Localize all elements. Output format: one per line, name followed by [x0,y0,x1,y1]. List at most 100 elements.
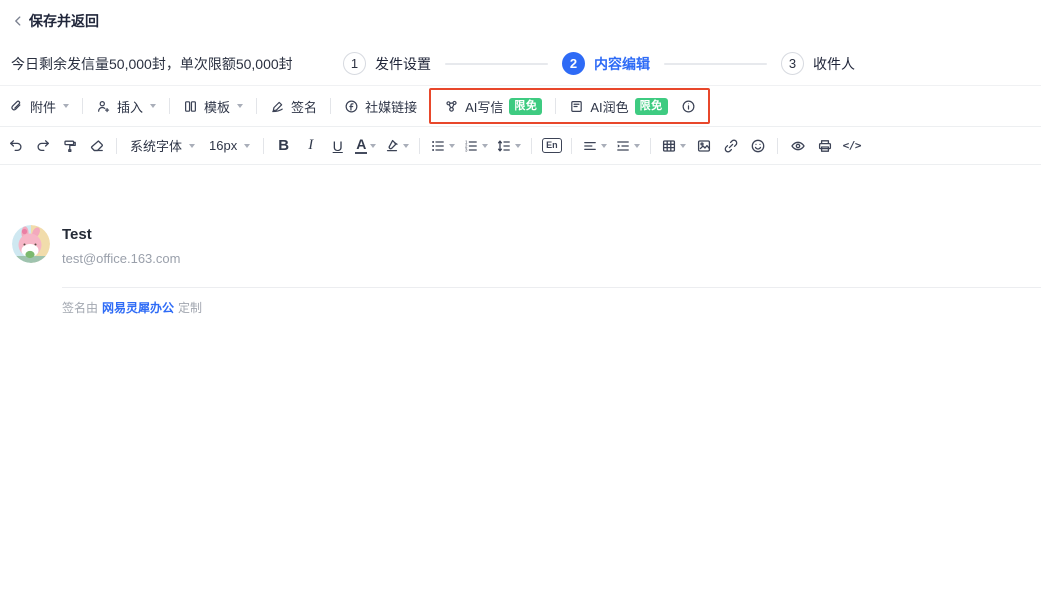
step-number: 1 [343,52,366,75]
chevron-down-icon [189,144,195,148]
redo-icon [35,138,51,154]
table-button[interactable] [657,133,690,159]
step-send-settings[interactable]: 1 发件设置 [343,52,431,75]
font-color-glyph: A [355,137,367,154]
step-recipients[interactable]: 3 收件人 [781,52,855,75]
ai-write-button[interactable]: AI写信 限免 [437,92,549,120]
svg-text:3: 3 [465,147,468,152]
compose-toolbar: 附件 插入 模板 签名 社媒链接 AI写 [0,86,1041,127]
template-button[interactable]: 模板 [176,92,250,120]
format-painter-button[interactable] [56,133,83,159]
step-label: 发件设置 [375,54,431,74]
social-links-button[interactable]: 社媒链接 [337,92,424,120]
print-button[interactable] [811,133,838,159]
paperclip-icon [9,99,24,114]
lingxi-office-link[interactable]: 网易灵犀办公 [102,299,174,316]
step-content-edit[interactable]: 2 内容编辑 [562,52,650,75]
format-painter-icon [62,138,78,154]
eye-icon [790,138,806,154]
font-family-value: 系统字体 [130,136,182,155]
step-label: 内容编辑 [594,54,650,74]
insert-button[interactable]: 插入 [89,92,163,120]
divider [650,138,651,154]
code-view-button[interactable]: </> [838,133,865,159]
page-header: 保存并返回 [0,0,1049,42]
social-label: 社媒链接 [365,97,417,116]
sender-name: Test [62,226,180,243]
chevron-down-icon [63,104,69,108]
divider [419,138,420,154]
undo-icon [8,138,24,154]
underline-glyph: U [333,138,343,154]
font-family-select[interactable]: 系统字体 [123,132,202,160]
bold-glyph: B [278,137,289,154]
ordered-list-button[interactable]: 123 [459,133,492,159]
table-icon [661,138,677,154]
divider [169,98,170,114]
step-connector [445,63,548,65]
divider [555,98,556,114]
image-button[interactable] [690,133,717,159]
divider [777,138,778,154]
chevron-down-icon [634,144,640,148]
divider [116,138,117,154]
align-left-icon [582,138,598,154]
case-toggle-glyph: En [542,138,562,153]
chevron-down-icon [515,144,521,148]
chevron-down-icon [449,144,455,148]
editor-body[interactable]: Test test@office.163.com 签名由 网易灵犀办公 定制 [0,225,1041,316]
line-height-button[interactable] [492,133,525,159]
ai-polish-button[interactable]: AI润色 限免 [562,92,674,120]
divider [256,98,257,114]
send-quota-text: 今日剩余发信量50,000封，单次限额50,000封 [11,54,293,74]
format-toolbar: 系统字体 16px B I U A 123 En [0,127,1041,165]
ai-info-button[interactable] [675,93,702,119]
chevron-down-icon [601,144,607,148]
save-and-return-button[interactable]: 保存并返回 [11,11,99,31]
insert-label: 插入 [117,97,143,116]
document-icon [569,99,584,114]
bullet-list-button[interactable] [426,133,459,159]
chevron-down-icon [482,144,488,148]
attachment-button[interactable]: 附件 [2,92,76,120]
clear-format-button[interactable] [83,133,110,159]
signature-button[interactable]: 签名 [263,92,324,120]
indent-button[interactable] [611,133,644,159]
avatar [12,225,50,263]
font-color-button[interactable]: A [351,133,380,159]
chevron-down-icon [244,144,250,148]
compose-stepper: 1 发件设置 2 内容编辑 3 收件人 [343,42,855,85]
case-toggle-button[interactable]: En [538,133,565,159]
back-label: 保存并返回 [29,11,99,31]
redo-button[interactable] [29,133,56,159]
free-badge: 限免 [509,98,542,115]
attachment-label: 附件 [30,97,56,116]
signature-suffix: 定制 [178,299,202,316]
preview-button[interactable] [784,133,811,159]
step-label: 收件人 [813,54,855,74]
align-button[interactable] [578,133,611,159]
font-size-select[interactable]: 16px [202,132,257,160]
code-glyph: </> [843,139,861,152]
chevron-left-icon [11,14,25,28]
undo-button[interactable] [2,133,29,159]
signature-block: Test test@office.163.com [12,225,1041,266]
italic-button[interactable]: I [297,133,324,159]
ordered-list-icon: 123 [463,138,479,154]
divider [571,138,572,154]
link-button[interactable] [717,133,744,159]
signature-label: 签名 [291,97,317,116]
underline-button[interactable]: U [324,133,351,159]
emoji-button[interactable] [744,133,771,159]
divider [330,98,331,114]
link-icon [723,138,739,154]
bullet-list-icon [430,138,446,154]
signature-prefix: 签名由 [62,299,98,316]
highlight-color-button[interactable] [380,133,413,159]
sender-email: test@office.163.com [62,251,180,266]
highlight-icon [384,138,400,154]
info-icon [681,99,696,114]
free-badge: 限免 [635,98,668,115]
quota-stepper-row: 今日剩余发信量50,000封，单次限额50,000封 1 发件设置 2 内容编辑… [0,42,1041,86]
bold-button[interactable]: B [270,133,297,159]
